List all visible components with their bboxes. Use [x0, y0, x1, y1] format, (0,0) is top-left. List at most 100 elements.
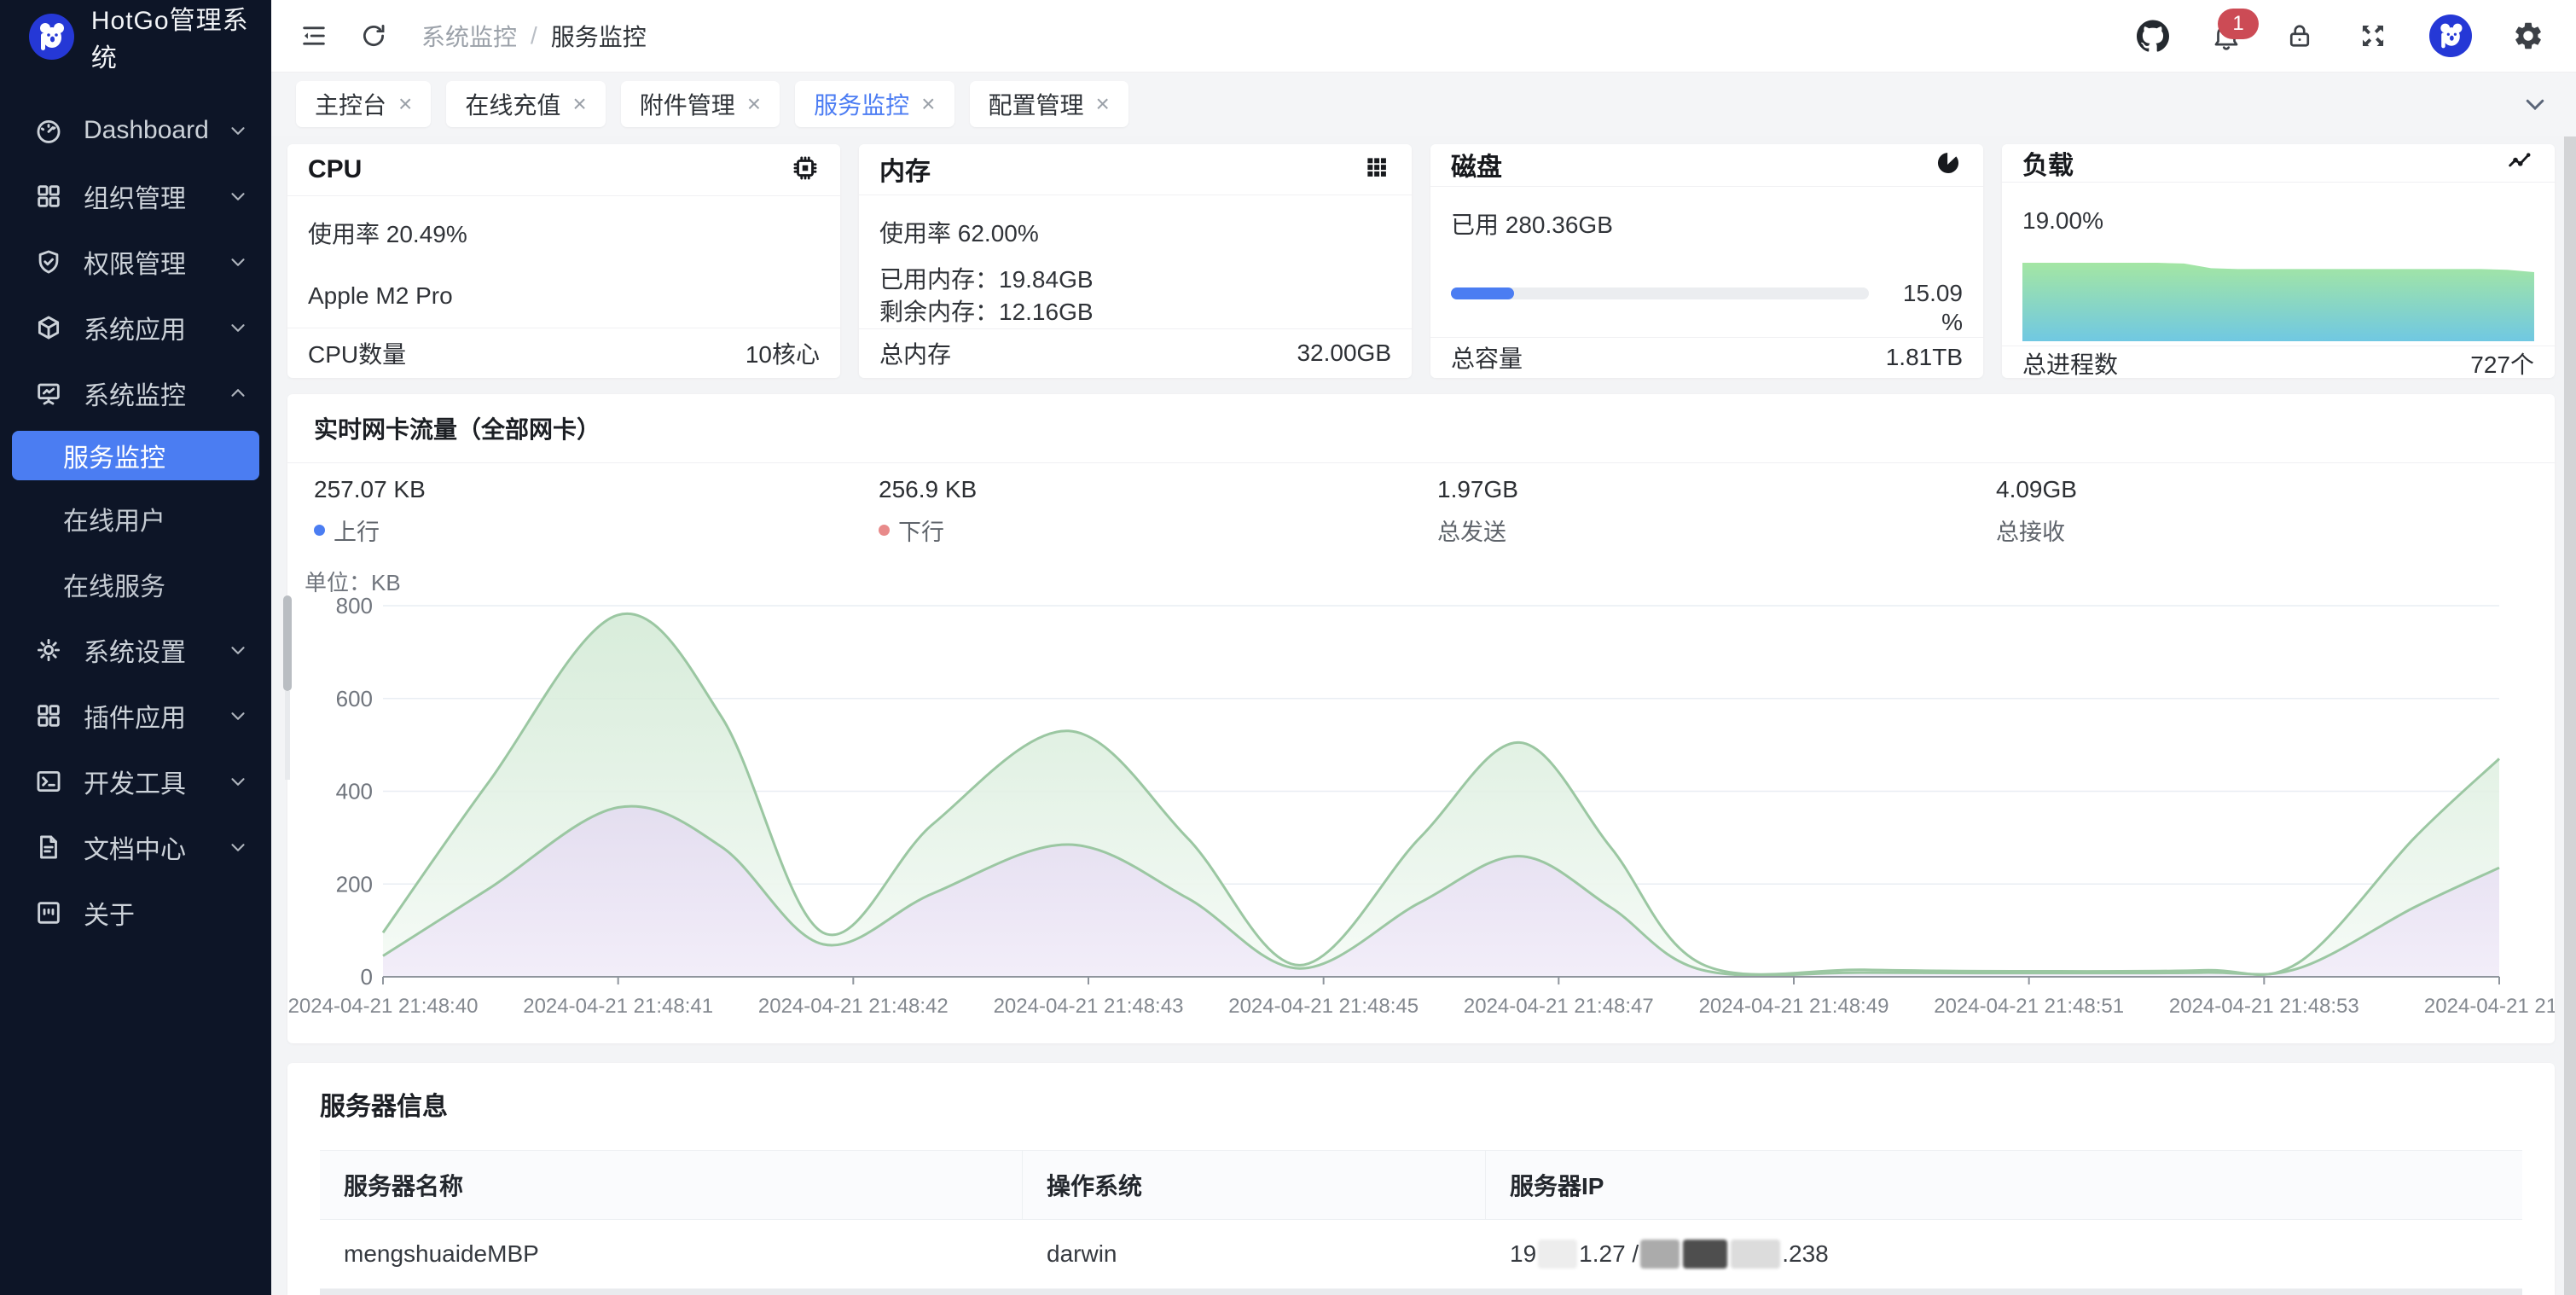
logo-row[interactable]: HotGo管理系统: [0, 0, 271, 73]
tab-label: 配置管理: [989, 87, 1084, 121]
sidebar-subitem-4-1[interactable]: 在线用户: [0, 485, 271, 551]
footer-label: 总内存: [879, 336, 951, 370]
user-avatar[interactable]: [2429, 15, 2472, 57]
sidebar-item-4[interactable]: 系统监控: [0, 360, 271, 426]
sidebar-item-0[interactable]: Dashboard: [0, 97, 271, 163]
tabs-bar: 主控台×在线充值×附件管理×服务监控×配置管理×: [271, 72, 2576, 136]
server-table: 服务器名称操作系统服务器IP mengshuaideMBP darwin 191…: [320, 1150, 2522, 1295]
server-os-cell: darwin: [1023, 1220, 1486, 1288]
card-cpu-line-0: 使用率 20.49%: [308, 218, 820, 251]
tab-close-icon[interactable]: ×: [398, 92, 412, 116]
fullscreen-icon[interactable]: [2356, 19, 2390, 53]
tab-label: 服务监控: [814, 87, 909, 121]
column-header-1[interactable]: 操作系统: [1023, 1151, 1486, 1219]
sidebar-item-2[interactable]: 权限管理: [0, 229, 271, 294]
disk-usage-percent: 15.09%: [1884, 279, 1963, 337]
tab-4[interactable]: 配置管理 ×: [970, 81, 1128, 127]
monitor-board-icon: [34, 379, 63, 408]
net-stat-2: 1.97GB 总发送: [1437, 476, 1518, 547]
tab-close-icon[interactable]: ×: [921, 92, 935, 116]
tabs-chevron-down-icon[interactable]: [2518, 87, 2552, 121]
card-memory-line-2: 剩余内存：12.16GB: [879, 296, 1391, 328]
chevron-down-icon: [227, 119, 249, 142]
refresh-icon[interactable]: [357, 19, 391, 53]
terminal-icon: [34, 767, 63, 796]
progress-fill: [1451, 287, 1514, 299]
column-header-2[interactable]: 服务器IP: [1486, 1151, 2522, 1219]
tab-close-icon[interactable]: ×: [747, 92, 761, 116]
app-title: HotGo管理系统: [91, 0, 271, 74]
footer-value: 1.81TB: [1886, 344, 1963, 371]
notification-badge: 1: [2218, 9, 2259, 39]
memory-grid-icon: [1362, 153, 1391, 186]
sidebar-item-3[interactable]: 系统应用: [0, 294, 271, 360]
column-header-0[interactable]: 服务器名称: [320, 1151, 1023, 1219]
card-memory-line-0: 使用率 62.00%: [879, 218, 1391, 250]
card-cpu-footer: CPU数量 10核心: [287, 328, 840, 378]
legend-dot-icon: [314, 525, 325, 536]
tab-0[interactable]: 主控台 ×: [296, 81, 431, 127]
redacted-ip-segment: [1683, 1240, 1727, 1269]
sidebar-item-9[interactable]: 关于: [0, 880, 271, 945]
tab-label: 附件管理: [640, 87, 735, 121]
card-memory: 内存 使用率 62.00%已用内存：19.84GB剩余内存：12.16GB 总内…: [859, 144, 1412, 378]
breadcrumb-section[interactable]: 系统监控: [421, 19, 517, 53]
cpu-chip-icon: [791, 154, 820, 187]
card-memory-footer: 总内存 32.00GB: [859, 328, 1412, 378]
server-panel-title: 服务器信息: [320, 1085, 448, 1123]
tab-3[interactable]: 服务监控 ×: [795, 81, 954, 127]
card-disk-header: 磁盘: [1430, 144, 1983, 187]
tab-1[interactable]: 在线充值×: [446, 81, 605, 127]
net-stat-0: 257.07 KB 上行: [314, 476, 426, 547]
lock-icon[interactable]: [2283, 19, 2317, 53]
sidebar-item-7[interactable]: 开发工具: [0, 748, 271, 814]
github-icon[interactable]: [2136, 19, 2170, 53]
tab-2[interactable]: 附件管理 ×: [621, 81, 780, 127]
notification-bell-icon[interactable]: 1: [2209, 19, 2243, 53]
footer-value: 32.00GB: [1297, 340, 1391, 367]
chevron-down-icon: [227, 705, 249, 727]
table-row[interactable]: mengshuaideMBP darwin 191.27 / .238: [320, 1220, 2522, 1289]
sidebar-item-label: 关于: [84, 894, 135, 932]
footer-label: 总进程数: [2022, 346, 2118, 380]
sidebar-subitem-4-2[interactable]: 在线服务: [0, 551, 271, 617]
net-stat-label: 下行: [879, 514, 977, 547]
svg-text:0: 0: [361, 964, 373, 990]
card-memory-title: 内存: [879, 150, 931, 188]
redacted-ip-segment: [1640, 1240, 1680, 1269]
vertical-scrollbar[interactable]: [2564, 136, 2576, 1295]
server-ip-cell: 191.27 / .238: [1486, 1220, 2522, 1288]
server-name-cell: mengshuaideMBP: [320, 1220, 1023, 1288]
stat-cards-row: CPU 使用率 20.49%Apple M2 Pro CPU数量 10核心 内存…: [287, 144, 2555, 378]
network-traffic-chart[interactable]: 0200400600800单位：KB2024-04-21 21:48:40202…: [287, 565, 2555, 1043]
content-scrollbar-thumb[interactable]: [283, 595, 292, 691]
sidebar-item-label: Dashboard: [84, 116, 209, 145]
chevron-down-icon: [227, 316, 249, 339]
tab-close-icon[interactable]: ×: [1096, 92, 1110, 116]
sidebar-menu: Dashboard 组织管理权限管理系统应用系统监控服务监控在线用户在线服务系统设…: [0, 97, 271, 945]
sidebar-item-1[interactable]: 组织管理: [0, 163, 271, 229]
svg-text:2024-04-21 21:48:43: 2024-04-21 21:48:43: [994, 995, 1184, 1018]
svg-text:2024-04-21 21:4: 2024-04-21 21:4: [2424, 995, 2555, 1018]
sidebar-item-6[interactable]: 插件应用: [0, 682, 271, 748]
sidebar-subitem-4-0[interactable]: 服务监控: [12, 431, 259, 480]
net-stat-value: 256.9 KB: [879, 476, 977, 503]
net-stat-value: 257.07 KB: [314, 476, 426, 503]
footer-label: CPU数量: [308, 336, 406, 370]
net-stat-3: 4.09GB 总接收: [1996, 476, 2077, 547]
card-load-header: 负载: [2002, 144, 2555, 183]
menu-collapse-icon[interactable]: [297, 19, 331, 53]
sidebar-item-5[interactable]: 系统设置: [0, 617, 271, 682]
breadcrumb-page[interactable]: 服务监控: [551, 19, 647, 53]
load-trend-icon: [2505, 147, 2534, 180]
tab-label: 主控台: [315, 87, 386, 121]
chevron-down-icon: [227, 836, 249, 858]
sidebar-item-8[interactable]: 文档中心: [0, 814, 271, 880]
tab-close-icon[interactable]: ×: [572, 92, 586, 116]
progress-track: [1451, 287, 1869, 299]
footer-value: 727个: [2470, 346, 2534, 380]
settings-gear-icon[interactable]: [2511, 19, 2545, 53]
card-disk-line-0: 已用 280.36GB: [1451, 209, 1963, 241]
disk-usage-progress: 15.09%: [1451, 279, 1963, 337]
svg-text:2024-04-21 21:48:40: 2024-04-21 21:48:40: [288, 995, 479, 1018]
